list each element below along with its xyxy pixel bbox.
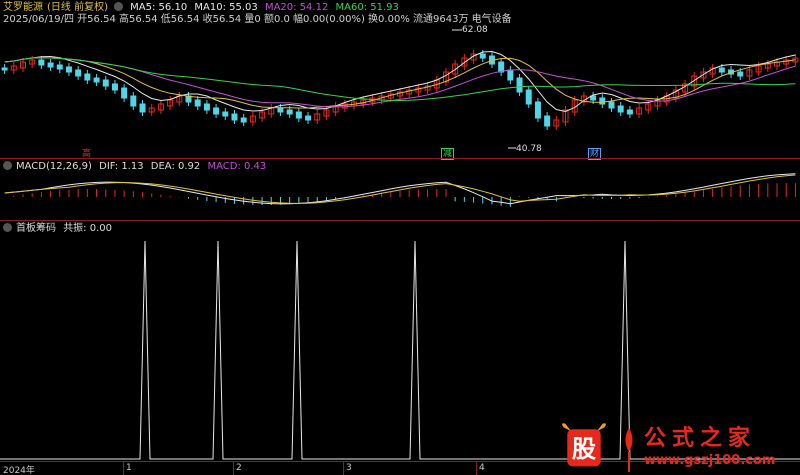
candle-body [130,95,137,107]
low-price-marker: 40.78 [516,144,542,154]
candle-body [84,73,91,81]
candle-body [102,79,109,87]
candle-body [1,67,8,71]
x-axis-tick [123,461,124,475]
candle-body [213,107,220,115]
candle-body [240,117,247,123]
candle-body [194,99,201,107]
x-axis-tick [476,461,477,475]
gszj-logo-icon: 股 [562,423,606,467]
candle-body [93,77,100,83]
stock-chart-window: 艾罗能源 (日线 前复权) MA5: 56.10 MA10: 55.03 MA20… [0,0,800,475]
x-axis-label: 3 [346,463,352,473]
candle-body [121,87,128,99]
candle-body [277,107,284,113]
x-axis-label: 2 [236,463,242,473]
candle-body [626,109,633,115]
candle-body [516,77,523,93]
candle-body [498,61,505,73]
candle-body [718,67,725,73]
candle-body [56,64,63,70]
candle-body [479,53,486,59]
candle-body [544,115,551,127]
watermark-title: 公式之家 [644,425,757,451]
candle-body [599,97,606,105]
svg-text:股: 股 [572,434,597,463]
macd-line [4,174,796,204]
candle-body [295,111,302,119]
x-axis-label: 1 [126,463,132,473]
x-axis-label: 2024年 [3,466,35,475]
candle-body [525,89,532,105]
high-price-marker: 62.08 [462,25,488,35]
ma-line [4,50,796,113]
macd-panel[interactable] [0,160,800,220]
candle-body [47,62,54,68]
macd-line [4,173,796,205]
ma-line [4,57,796,108]
candle-body [38,59,45,66]
candle-body [231,113,238,121]
candle-body [203,103,210,111]
candle-body [65,66,72,73]
x-axis-tick [233,461,234,475]
candle-body [111,83,118,91]
candle-body [608,101,615,109]
candle-body [507,69,514,81]
site-watermark: 股 公式之家 www.gszj100.com [548,418,800,475]
candle-body [222,111,229,117]
candle-body [305,115,312,121]
candle-body [286,109,293,115]
candle-body [737,71,744,77]
x-axis-tick [343,461,344,475]
x-axis-label: 4 [479,463,485,473]
watermark-url: www.gszj100.com [644,453,776,468]
candle-body [75,69,82,77]
candle-body [139,103,146,113]
price-panel[interactable] [0,0,800,160]
candle-body [534,101,541,119]
flame-divider-icon [625,428,633,472]
panel-divider [0,158,800,159]
candle-body [617,105,624,113]
